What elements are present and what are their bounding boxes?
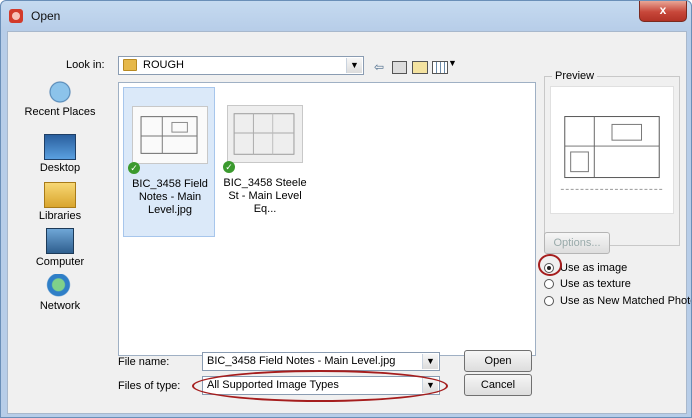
look-in-value: ROUGH: [143, 59, 184, 71]
place-label: Libraries: [38, 210, 82, 222]
preview-label: Preview: [552, 70, 598, 82]
place-label: Computer: [35, 256, 85, 268]
view-menu-icon[interactable]: [432, 61, 448, 74]
new-folder-icon[interactable]: [412, 61, 428, 74]
radio-dot[interactable]: [544, 296, 554, 306]
file-name: BIC_3458 Field Notes - Main Level.jpg: [132, 178, 208, 216]
open-dialog: Open x Look in: ROUGH ▼ ⇦ ▼ Recent Place…: [0, 0, 692, 418]
file-list[interactable]: ✓ BIC_3458 Field Notes - Main Level.jpg …: [118, 82, 536, 356]
file-thumbnail: [227, 105, 303, 163]
radio-label: Use as New Matched Photo: [560, 295, 692, 307]
close-button[interactable]: x: [639, 1, 687, 22]
place-label: Network: [39, 300, 81, 312]
look-in-combo[interactable]: ROUGH ▼: [118, 56, 364, 75]
folder-icon: [123, 59, 137, 71]
up-folder-icon[interactable]: [392, 61, 407, 74]
files-of-type-label: Files of type:: [118, 380, 181, 392]
options-button[interactable]: Options...: [544, 232, 610, 254]
file-item[interactable]: ✓ BIC_3458 Steele St - Main Level Eq...: [219, 87, 311, 237]
app-icon: [9, 9, 23, 23]
file-item[interactable]: ✓ BIC_3458 Field Notes - Main Level.jpg: [123, 87, 215, 237]
chevron-down-icon[interactable]: ▼: [422, 354, 438, 369]
chevron-down-icon[interactable]: ▼: [346, 58, 362, 73]
open-button[interactable]: Open: [464, 350, 532, 372]
dialog-body: Look in: ROUGH ▼ ⇦ ▼ Recent Places Deskt…: [7, 31, 691, 414]
computer-icon: [46, 228, 74, 254]
file-name-label: File name:: [118, 356, 170, 368]
place-label: Desktop: [39, 162, 81, 174]
title-bar: Open x: [1, 1, 691, 31]
file-name: BIC_3458 Steele St - Main Level Eq...: [223, 177, 307, 215]
places-bar: Recent Places Desktop Libraries Computer…: [10, 80, 110, 342]
place-label: Recent Places: [24, 106, 96, 118]
network-icon: [45, 274, 75, 298]
file-thumbnail: [132, 106, 208, 164]
place-network[interactable]: Network: [10, 274, 110, 312]
radio-label: Use as image: [560, 262, 628, 274]
place-computer[interactable]: Computer: [10, 228, 110, 268]
back-icon[interactable]: ⇦: [374, 60, 384, 74]
place-desktop[interactable]: Desktop: [10, 134, 110, 174]
highlight-ellipse: [192, 370, 448, 402]
recent-places-icon: [45, 80, 75, 104]
cancel-button[interactable]: Cancel: [464, 374, 532, 396]
check-icon: ✓: [223, 161, 235, 173]
radio-label: Use as texture: [560, 278, 631, 290]
preview-image: [550, 86, 674, 214]
check-icon: ✓: [128, 162, 140, 174]
look-in-label: Look in:: [66, 59, 105, 71]
libraries-icon: [44, 182, 76, 208]
window-title: Open: [31, 9, 61, 23]
radio-dot[interactable]: [544, 279, 554, 289]
place-libraries[interactable]: Libraries: [10, 182, 110, 222]
file-name-combo[interactable]: BIC_3458 Field Notes - Main Level.jpg ▼: [202, 352, 440, 371]
desktop-icon: [44, 134, 76, 160]
view-chevron-icon[interactable]: ▼: [448, 58, 457, 72]
place-recent-places[interactable]: Recent Places: [10, 80, 110, 118]
highlight-ellipse: [538, 254, 562, 276]
file-name-value[interactable]: BIC_3458 Field Notes - Main Level.jpg: [207, 355, 395, 367]
